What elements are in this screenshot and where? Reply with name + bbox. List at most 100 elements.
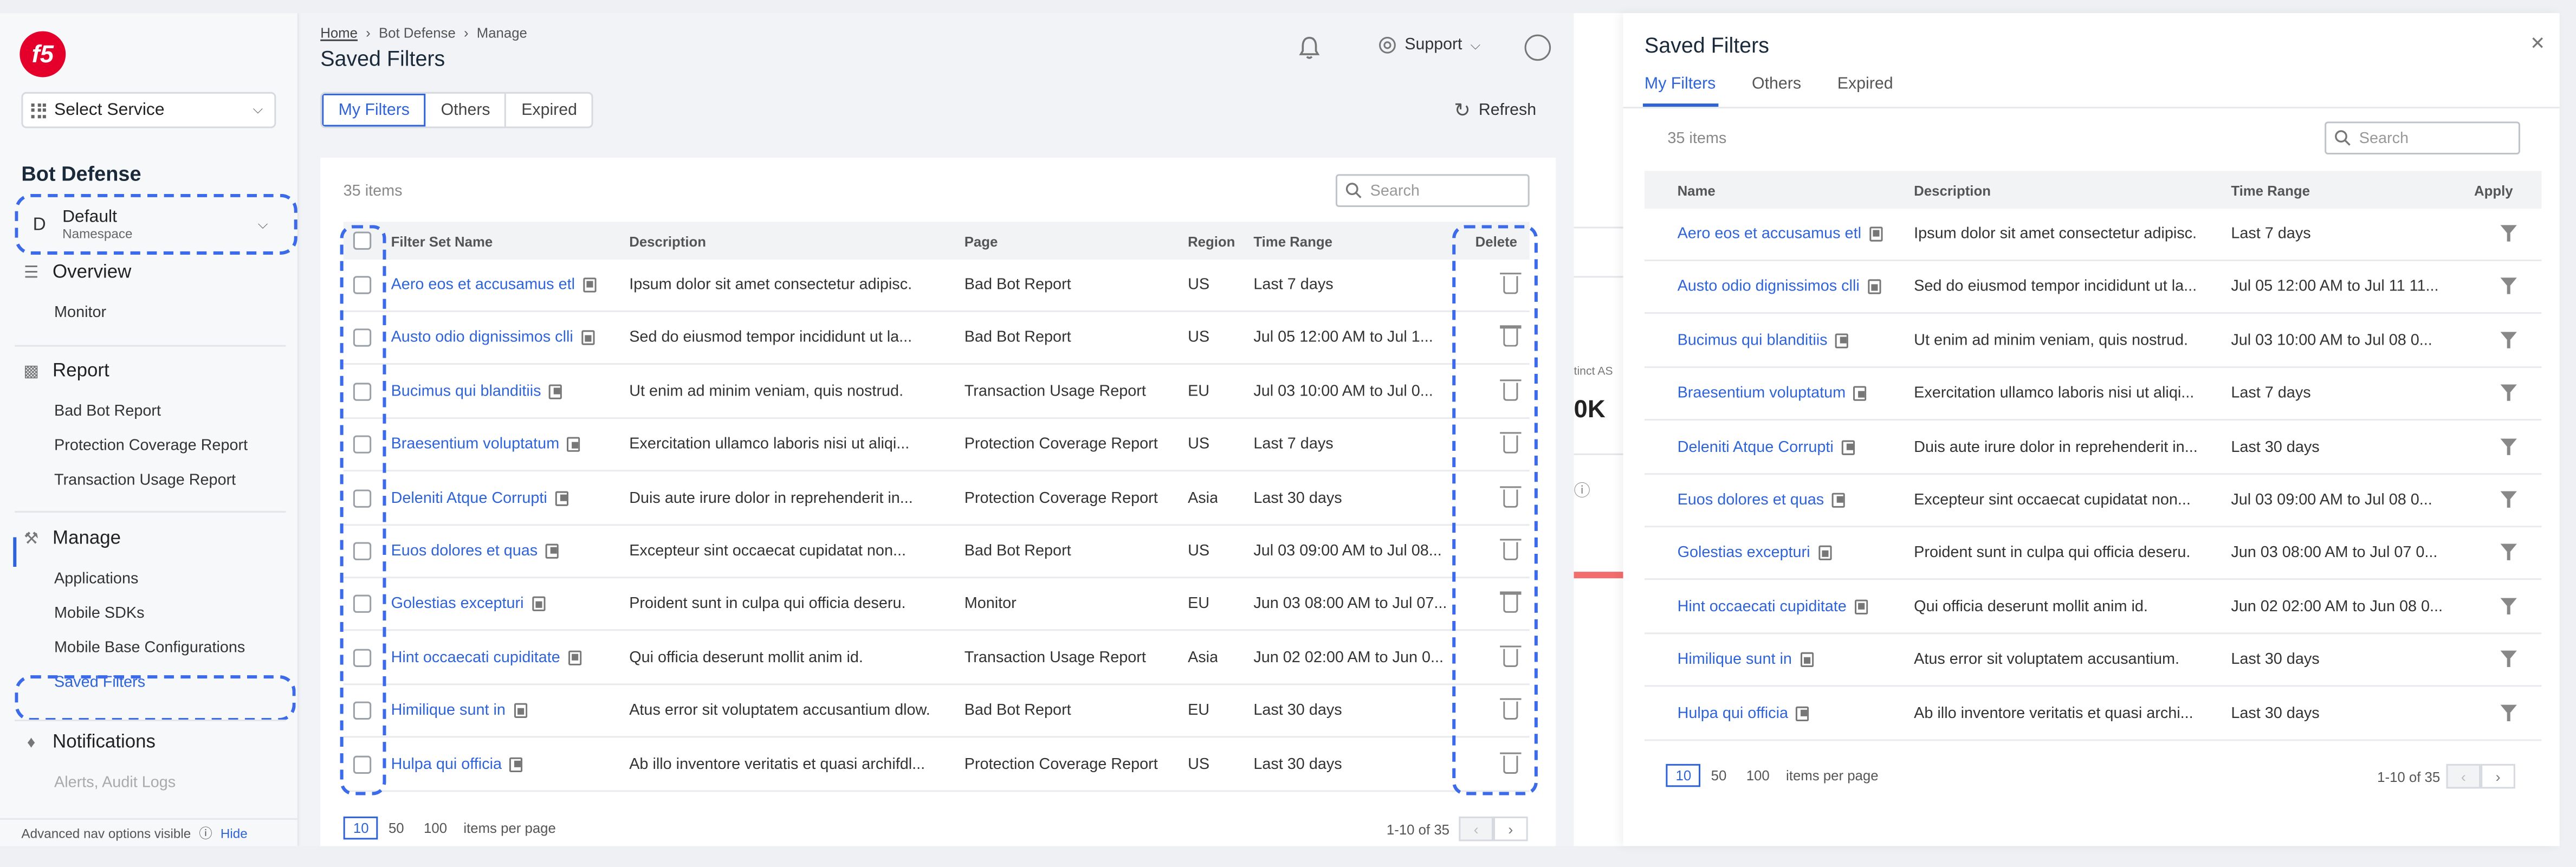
copy-icon[interactable] <box>581 331 595 346</box>
sidebar-item-monitor[interactable]: Monitor <box>54 304 106 322</box>
tab-expired[interactable]: Expired <box>507 94 592 127</box>
filter-funnel-icon[interactable] <box>2500 225 2517 242</box>
column-header-time-range[interactable]: Time Range <box>1253 234 1332 250</box>
breadcrumb-bot-defense[interactable]: Bot Defense <box>379 24 456 41</box>
namespace-selector[interactable]: D Default Namespace ⌵ <box>15 193 297 255</box>
next-page-button[interactable]: › <box>2481 764 2515 789</box>
copy-icon[interactable] <box>1818 546 1831 561</box>
filter-name-link[interactable]: Himilique sunt in <box>1678 651 1792 669</box>
next-page-button[interactable]: › <box>1493 816 1528 842</box>
copy-icon[interactable] <box>546 544 559 559</box>
copy-icon[interactable] <box>514 703 527 719</box>
sidebar-item-mobile-sdks[interactable]: Mobile SDKs <box>54 605 145 623</box>
chevron-left-icon: ‹ <box>1473 820 1479 837</box>
sidebar-item-mobile-base-configurations[interactable]: Mobile Base Configurations <box>54 639 245 657</box>
tab-others[interactable]: Others <box>426 93 507 127</box>
filter-name-link[interactable]: Golestias excepturi <box>391 596 524 613</box>
user-avatar-icon[interactable] <box>1524 34 1551 61</box>
hide-link[interactable]: Hide <box>221 826 248 840</box>
copy-icon[interactable] <box>1854 386 1867 402</box>
sidebar-item-transaction-usage-report[interactable]: Transaction Usage Report <box>54 471 236 489</box>
filter-funnel-icon[interactable] <box>2500 491 2517 508</box>
panel-search-input[interactable]: Search <box>2325 121 2520 154</box>
copy-icon[interactable] <box>1835 333 1849 348</box>
column-header-name[interactable]: Name <box>1678 183 1716 199</box>
copy-icon[interactable] <box>567 437 581 452</box>
filter-name-link[interactable]: Euos dolores et quas <box>1678 491 1824 509</box>
copy-icon[interactable] <box>532 597 545 612</box>
panel-tab-expired[interactable]: Expired <box>1837 75 1893 93</box>
search-input[interactable]: Search <box>1335 174 1530 208</box>
filter-funnel-icon[interactable] <box>2500 651 2517 668</box>
filter-name-link[interactable]: Hint occaecati cupiditate <box>1678 598 1847 616</box>
copy-icon[interactable] <box>1869 227 1883 242</box>
filter-name-link[interactable]: Deleniti Atque Corrupti <box>1678 438 1834 456</box>
copy-icon[interactable] <box>1854 599 1868 614</box>
filter-funnel-icon[interactable] <box>2500 438 2517 455</box>
filter-name-link[interactable]: Austo odio dignissimos clli <box>391 329 573 347</box>
copy-icon[interactable] <box>1841 439 1855 455</box>
breadcrumb-home[interactable]: Home <box>320 24 358 41</box>
filter-funnel-icon[interactable] <box>2500 597 2517 614</box>
copy-icon[interactable] <box>1832 493 1846 508</box>
copy-icon[interactable] <box>1867 280 1881 295</box>
filter-name-link[interactable]: Aero eos et accusamus etl <box>391 276 575 294</box>
filter-name-link[interactable]: Aero eos et accusamus etl <box>1678 225 1861 243</box>
filter-name-link[interactable]: Hulpa qui officia <box>391 755 502 773</box>
copy-icon[interactable] <box>1800 652 1814 668</box>
sidebar-section-report[interactable]: ▩ Report <box>21 361 109 381</box>
filter-name-link[interactable]: Himilique sunt in <box>391 702 506 720</box>
info-icon: ⓘ <box>1574 483 1590 501</box>
filter-name-link[interactable]: Bucimus qui blanditiis <box>1678 332 1828 350</box>
page-size-100[interactable]: 100 <box>414 817 457 839</box>
filter-name-link[interactable]: Austo odio dignissimos clli <box>1678 279 1860 296</box>
column-header-time-range[interactable]: Time Range <box>2231 183 2310 199</box>
sidebar-section-manage[interactable]: ⚒ Manage <box>21 529 121 548</box>
panel-tab-others[interactable]: Others <box>1752 75 1801 93</box>
filter-name-link[interactable]: Bucimus qui blanditiis <box>391 383 541 400</box>
filter-name-link[interactable]: Golestias excepturi <box>1678 545 1810 562</box>
column-header-description[interactable]: Description <box>629 234 706 250</box>
sidebar-item-alerts-audit-logs[interactable]: Alerts, Audit Logs <box>54 774 176 792</box>
sidebar-item-protection-coverage-report[interactable]: Protection Coverage Report <box>54 437 248 455</box>
filter-name-link[interactable]: Euos dolores et quas <box>391 542 538 560</box>
copy-icon[interactable] <box>568 650 582 665</box>
filter-name-link[interactable]: Braesentium voluptatum <box>391 436 560 454</box>
filter-name-link[interactable]: Hint occaecati cupiditate <box>391 649 560 667</box>
select-service-dropdown[interactable]: Select Service ⌵ <box>21 92 276 128</box>
column-header-region[interactable]: Region <box>1188 234 1235 250</box>
copy-icon[interactable] <box>555 490 569 506</box>
sidebar-section-notifications[interactable]: ♦ Notifications <box>21 733 156 752</box>
filter-funnel-icon[interactable] <box>2500 331 2517 348</box>
copy-icon[interactable] <box>1796 706 1810 721</box>
filter-funnel-icon[interactable] <box>2500 385 2517 402</box>
prev-page-button[interactable]: ‹ <box>1459 816 1493 842</box>
copy-icon[interactable] <box>549 384 562 399</box>
close-icon[interactable]: ✕ <box>2530 33 2545 54</box>
filter-name-link[interactable]: Deleniti Atque Corrupti <box>391 489 547 507</box>
sidebar-item-bad-bot-report[interactable]: Bad Bot Report <box>54 403 161 420</box>
tab-my-filters[interactable]: My Filters <box>322 93 426 127</box>
filter-name-link[interactable]: Hulpa qui officia <box>1678 704 1788 722</box>
page-size-50[interactable]: 50 <box>379 817 414 839</box>
copy-icon[interactable] <box>583 277 597 293</box>
page-size-50[interactable]: 50 <box>1701 764 1736 787</box>
column-header-page[interactable]: Page <box>965 234 998 250</box>
sidebar-section-overview[interactable]: ☰ Overview <box>21 263 131 282</box>
refresh-button[interactable]: ↻ Refresh <box>1454 99 1536 121</box>
bell-icon[interactable] <box>1296 35 1323 61</box>
prev-page-button[interactable]: ‹ <box>2446 764 2481 789</box>
page-size-10[interactable]: 10 <box>343 816 379 840</box>
filter-name-link[interactable]: Braesentium voluptatum <box>1678 385 1846 403</box>
filter-funnel-icon[interactable] <box>2500 544 2517 561</box>
sidebar-item-applications[interactable]: Applications <box>54 570 138 588</box>
filter-funnel-icon[interactable] <box>2500 278 2517 295</box>
support-menu[interactable]: Support ⌵ <box>1378 36 1480 54</box>
page-size-100[interactable]: 100 <box>1737 764 1779 787</box>
copy-icon[interactable] <box>510 756 523 772</box>
filter-funnel-icon[interactable] <box>2500 704 2517 721</box>
column-header-name[interactable]: Filter Set Name <box>391 234 493 250</box>
page-size-10[interactable]: 10 <box>1666 764 1701 787</box>
panel-tab-my-filters[interactable]: My Filters <box>1645 75 1716 93</box>
column-header-description[interactable]: Description <box>1914 183 1991 199</box>
